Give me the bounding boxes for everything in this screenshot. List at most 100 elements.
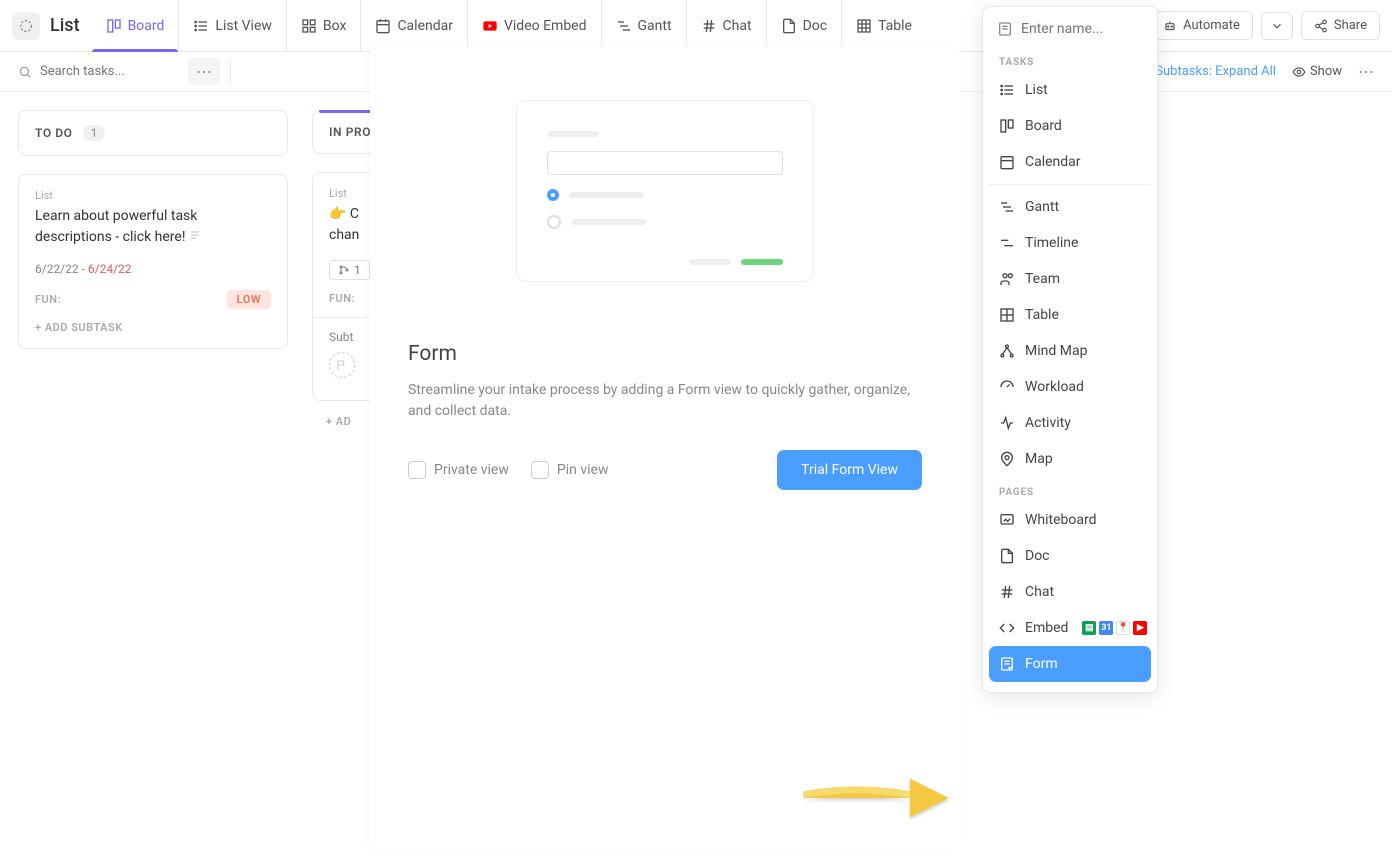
column-header-todo[interactable]: TO DO 1 <box>18 110 288 156</box>
tab-calendar[interactable]: Calendar <box>360 0 467 52</box>
gmaps-icon: 📍 <box>1116 621 1130 635</box>
tab-board-label: Board <box>128 18 165 34</box>
trial-form-button[interactable]: Trial Form View <box>777 450 922 490</box>
list-icon <box>193 18 209 34</box>
sheets-icon: ▤ <box>1082 621 1096 635</box>
form-heading: Form <box>408 342 922 366</box>
tab-list-view[interactable]: List View <box>178 0 286 52</box>
picker-map[interactable]: Map <box>989 441 1151 477</box>
dots-icon: ⋯ <box>196 62 212 81</box>
tab-gantt-label: Gantt <box>638 18 672 34</box>
calendar-icon <box>375 18 391 34</box>
show-toggle[interactable]: Show <box>1292 64 1342 79</box>
checkbox-icon <box>408 461 426 479</box>
picker-whiteboard[interactable]: Whiteboard <box>989 502 1151 538</box>
secbar-right: Subtasks: Expand All Show ⋯ <box>1155 62 1374 81</box>
picker-mindmap[interactable]: Mind Map <box>989 333 1151 369</box>
doc-icon <box>781 18 797 34</box>
view-name-row <box>989 15 1151 47</box>
list-title[interactable]: List <box>50 15 80 36</box>
picker-chat[interactable]: Chat <box>989 574 1151 610</box>
more-options[interactable]: ⋯ <box>1358 62 1374 81</box>
search-input[interactable] <box>40 64 180 79</box>
search-wrap[interactable] <box>18 64 180 79</box>
subtask-chip[interactable]: 1 <box>329 260 370 280</box>
picker-board[interactable]: Board <box>989 108 1151 144</box>
share-icon <box>1314 19 1328 33</box>
picker-team[interactable]: Team <box>989 261 1151 297</box>
view-name-input[interactable] <box>1021 21 1141 37</box>
annotation-arrow <box>798 764 954 836</box>
card-dates: 6/22/22 - 6/24/22 <box>35 262 271 276</box>
gantt-icon <box>616 18 632 34</box>
column-name: TO DO <box>35 126 73 140</box>
robot-icon <box>1163 19 1177 33</box>
list-status-icon[interactable] <box>12 12 40 40</box>
picker-form[interactable]: Form <box>989 646 1151 682</box>
topbar-right: Automate Share <box>1150 11 1380 40</box>
picker-workload[interactable]: Workload <box>989 369 1151 405</box>
picker-list[interactable]: List <box>989 72 1151 108</box>
search-options[interactable]: ⋯ <box>188 58 220 85</box>
card-parent: List <box>35 189 271 202</box>
tab-chat-label: Chat <box>723 18 752 34</box>
share-button[interactable]: Share <box>1301 11 1380 40</box>
chat-icon <box>701 18 717 34</box>
tab-doc[interactable]: Doc <box>766 0 842 52</box>
table-icon <box>856 18 872 34</box>
tab-table-label: Table <box>878 18 912 34</box>
private-view-checkbox[interactable]: Private view <box>408 461 509 479</box>
tab-board[interactable]: Board <box>92 0 179 52</box>
subtasks-expand[interactable]: Subtasks: Expand All <box>1155 64 1276 79</box>
picker-calendar[interactable]: Calendar <box>989 144 1151 180</box>
tab-chat[interactable]: Chat <box>686 0 766 52</box>
picker-gantt[interactable]: Gantt <box>989 189 1151 225</box>
add-subtask[interactable]: + ADD SUBTASK <box>35 321 271 334</box>
pin-view-checkbox[interactable]: Pin view <box>531 461 609 479</box>
picker-activity[interactable]: Activity <box>989 405 1151 441</box>
board-icon <box>106 18 122 34</box>
separator <box>230 61 231 83</box>
pin-view-label: Pin view <box>557 462 609 478</box>
fun-label: FUN: <box>35 293 61 306</box>
tab-box-label: Box <box>323 18 347 34</box>
topbar-left: List <box>12 12 88 40</box>
checkbox-icon <box>531 461 549 479</box>
card-fun-row: FUN: LOW <box>35 290 271 309</box>
top-bar: List Board List View Box Calendar Video … <box>0 0 1392 52</box>
task-card[interactable]: List Learn about powerful task descripti… <box>18 174 288 349</box>
tab-calendar-label: Calendar <box>397 18 453 34</box>
tab-list-view-label: List View <box>215 18 272 34</box>
section-pages: PAGES <box>989 477 1151 502</box>
tab-video-embed-label: Video Embed <box>504 18 587 34</box>
form-actions: Private view Pin view Trial Form View <box>408 450 922 490</box>
picker-timeline[interactable]: Timeline <box>989 225 1151 261</box>
picker-doc[interactable]: Doc <box>989 538 1151 574</box>
tab-box[interactable]: Box <box>286 0 361 52</box>
date-start: 6/22/22 <box>35 262 79 276</box>
automate-dropdown[interactable] <box>1261 12 1293 40</box>
form-preview-illustration <box>516 100 814 282</box>
private-view-label: Private view <box>434 462 509 478</box>
fun-label: FUN: <box>329 292 355 305</box>
date-end: 6/24/22 <box>88 262 132 276</box>
show-label: Show <box>1310 64 1342 79</box>
view-picker: TASKS List Board Calendar Gantt Timeline… <box>982 6 1158 693</box>
picker-embed[interactable]: Embed▤31📍▶ <box>989 610 1151 646</box>
flag-placeholder[interactable] <box>329 352 355 378</box>
share-label: Share <box>1334 18 1367 33</box>
view-tabs: Board List View Box Calendar Video Embed… <box>92 0 926 52</box>
tab-video-embed[interactable]: Video Embed <box>467 0 601 52</box>
priority-badge[interactable]: LOW <box>227 290 271 309</box>
tab-table[interactable]: Table <box>841 0 926 52</box>
tab-doc-label: Doc <box>803 18 828 34</box>
card-title: Learn about powerful task descriptions -… <box>35 206 271 248</box>
automate-button[interactable]: Automate <box>1150 11 1253 40</box>
column-todo: TO DO 1 List Learn about powerful task d… <box>18 110 288 428</box>
tab-gantt[interactable]: Gantt <box>601 0 686 52</box>
eye-icon <box>1292 65 1306 79</box>
youtube-icon: ▶ <box>1133 621 1147 635</box>
git-icon <box>338 264 350 276</box>
picker-table[interactable]: Table <box>989 297 1151 333</box>
automate-label: Automate <box>1183 18 1240 33</box>
